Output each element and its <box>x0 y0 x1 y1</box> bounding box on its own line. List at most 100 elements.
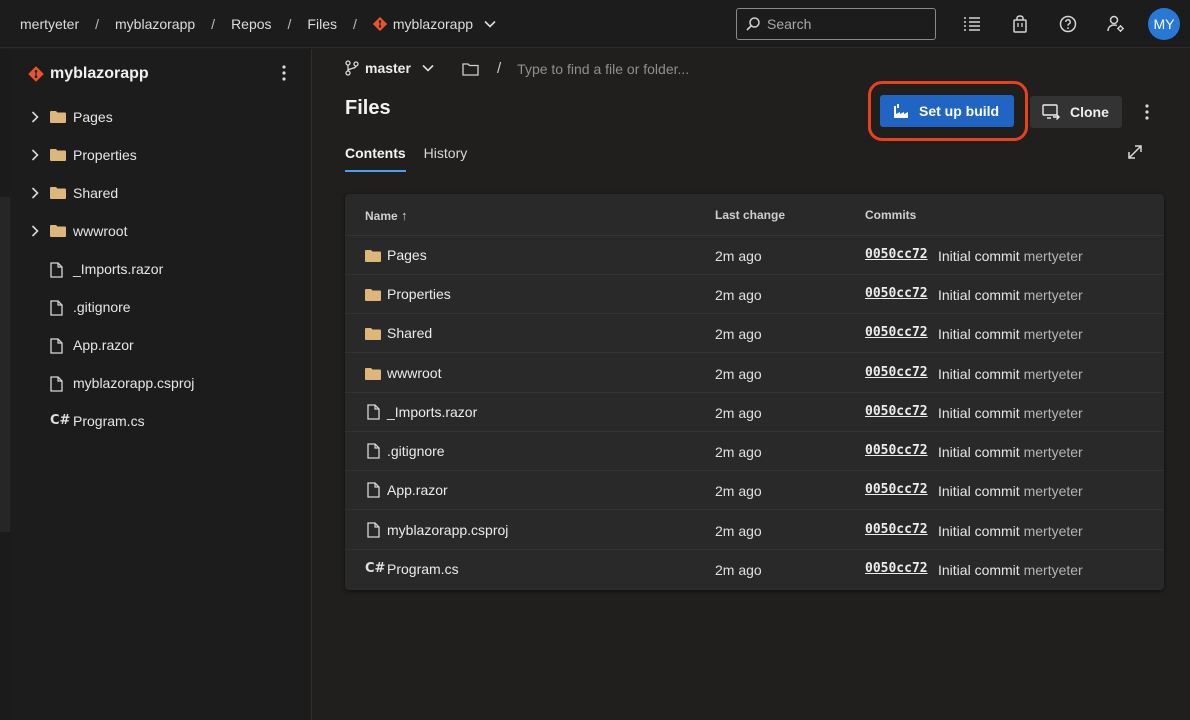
breadcrumb-project[interactable]: myblazorapp <box>115 16 195 32</box>
breadcrumb-separator: / <box>95 15 100 32</box>
search-input[interactable] <box>767 16 927 32</box>
tree-item-file[interactable]: _Imports.razor <box>10 250 310 288</box>
row-name-link[interactable]: Pages <box>387 247 427 263</box>
row-commit-hash-link[interactable]: 0050cc72 <box>865 522 928 537</box>
breadcrumb-repos[interactable]: Repos <box>231 16 271 32</box>
tree-item-folder[interactable]: wwwroot <box>10 212 310 250</box>
row-commit-hash-link[interactable]: 0050cc72 <box>865 286 928 301</box>
table-row[interactable]: _Imports.razor 2m ago 0050cc72 Initial comm… <box>345 393 1164 432</box>
tree-item-label: Shared <box>73 185 119 201</box>
folder-outline-icon[interactable] <box>462 62 479 76</box>
row-last-change: 2m ago <box>715 366 762 382</box>
row-commit-hash-link[interactable]: 0050cc72 <box>865 365 928 380</box>
clone-button[interactable]: Clone <box>1030 96 1122 128</box>
row-name-link[interactable]: Properties <box>387 286 451 302</box>
table-row[interactable]: .gitignore 2m ago 0050cc72 Initial commit m… <box>345 432 1164 471</box>
table-row[interactable]: wwwroot 2m ago 0050cc72 Initial commit mert… <box>345 354 1164 393</box>
branch-selector[interactable]: master <box>345 60 435 76</box>
folder-icon <box>365 249 381 265</box>
help-icon[interactable] <box>1058 14 1078 34</box>
avatar[interactable]: MY <box>1148 8 1180 40</box>
breadcrumb-org[interactable]: mertyeter <box>20 16 79 32</box>
search-box[interactable] <box>736 8 936 40</box>
row-last-change: 2m ago <box>715 248 762 264</box>
tree-item-folder[interactable]: Shared <box>10 174 310 212</box>
tree-item-file[interactable]: App.razor <box>10 326 310 364</box>
tab-contents[interactable]: Contents <box>345 145 406 172</box>
row-commit-author: mertyeter <box>1023 326 1083 342</box>
row-name-link[interactable]: Shared <box>387 325 432 341</box>
table-row[interactable]: myblazorapp.csproj 2m ago 0050cc72 Initial … <box>345 511 1164 550</box>
table-row[interactable]: Properties 2m ago 0050cc72 Initial commit m… <box>345 275 1164 314</box>
row-name-link[interactable]: Program.cs <box>387 561 459 577</box>
set-up-build-button[interactable]: Set up build <box>880 95 1014 127</box>
file-icon <box>367 522 380 541</box>
row-last-change: 2m ago <box>715 405 762 421</box>
tree-item-file[interactable]: .gitignore <box>10 288 310 326</box>
user-settings-icon[interactable] <box>1106 14 1126 34</box>
chevron-right-icon[interactable] <box>30 186 40 200</box>
sort-ascending-icon: ↑ <box>401 208 408 223</box>
git-repo-icon <box>372 16 387 31</box>
row-commit-hash-link[interactable]: 0050cc72 <box>865 404 928 419</box>
row-commit-hash-link[interactable]: 0050cc72 <box>865 482 928 497</box>
row-commit-message: Initial commit mertyeter <box>938 562 1083 578</box>
path-finder: / <box>462 60 778 77</box>
row-last-change: 2m ago <box>715 287 762 303</box>
csharp-file-icon: C# <box>365 561 386 576</box>
tab-history[interactable]: History <box>424 145 468 172</box>
clone-label: Clone <box>1070 104 1109 120</box>
file-icon <box>367 482 380 501</box>
marketplace-bag-icon[interactable] <box>1010 14 1030 34</box>
row-last-change: 2m ago <box>715 326 762 342</box>
row-commit-hash-link[interactable]: 0050cc72 <box>865 443 928 458</box>
row-name-link[interactable]: _Imports.razor <box>387 404 477 420</box>
row-name-link[interactable]: App.razor <box>387 482 448 498</box>
more-options-icon[interactable] <box>274 63 294 83</box>
row-name-link[interactable]: wwwroot <box>387 365 441 381</box>
chevron-right-icon[interactable] <box>30 110 40 124</box>
row-commit-author: mertyeter <box>1023 444 1083 460</box>
sidebar-repo-title: myblazorapp <box>50 65 149 82</box>
expand-fullscreen-icon[interactable] <box>1126 143 1144 161</box>
page-title: Files <box>345 97 391 119</box>
folder-icon <box>50 187 66 199</box>
row-commit-author: mertyeter <box>1023 523 1083 539</box>
table-row[interactable]: Pages 2m ago 0050cc72 Initial commit mertye… <box>345 236 1164 275</box>
breadcrumb-repo-name: myblazorapp <box>392 15 474 32</box>
row-commit-hash-link[interactable]: 0050cc72 <box>865 247 928 262</box>
table-row[interactable]: App.razor 2m ago 0050cc72 Initial commit me… <box>345 471 1164 510</box>
build-pipeline-icon <box>894 104 908 118</box>
table-header: Name ↑ Last change Commits <box>345 194 1164 236</box>
work-items-icon[interactable] <box>962 14 982 34</box>
table-row[interactable]: C# Program.cs 2m ago 0050cc72 Initial commit… <box>345 550 1164 589</box>
tree-item-folder[interactable]: Pages <box>10 98 310 136</box>
top-bar: mertyeter / myblazorapp / Repos / Files … <box>0 0 1190 48</box>
more-actions-icon[interactable] <box>1138 101 1156 123</box>
row-commit-hash-link[interactable]: 0050cc72 <box>865 325 928 340</box>
breadcrumb-files[interactable]: Files <box>307 16 337 32</box>
folder-icon <box>365 367 381 383</box>
sidebar-header[interactable]: myblazorapp <box>28 65 149 83</box>
file-icon <box>367 443 380 462</box>
left-gutter <box>0 49 10 720</box>
row-name-link[interactable]: myblazorapp.csproj <box>387 522 508 538</box>
tree-item-file[interactable]: C# Program.cs <box>10 402 310 440</box>
breadcrumb-repo-selector[interactable]: myblazorapp <box>372 15 497 32</box>
tree-item-folder[interactable]: Properties <box>10 136 310 174</box>
branch-icon <box>345 60 359 76</box>
row-commit-author: mertyeter <box>1023 405 1083 421</box>
path-separator: / <box>497 60 502 77</box>
row-commit-message: Initial commit mertyeter <box>938 444 1083 460</box>
table-row[interactable]: Shared 2m ago 0050cc72 Initial commit merty… <box>345 314 1164 353</box>
column-name-header[interactable]: Name ↑ <box>365 208 408 223</box>
path-search-input[interactable] <box>517 60 778 77</box>
row-commit-hash-link[interactable]: 0050cc72 <box>865 561 928 576</box>
row-commit-author: mertyeter <box>1023 366 1083 382</box>
chevron-right-icon[interactable] <box>30 224 40 238</box>
tree-item-file[interactable]: myblazorapp.csproj <box>10 364 310 402</box>
folder-icon <box>50 111 66 123</box>
file-icon <box>50 338 63 354</box>
chevron-right-icon[interactable] <box>30 148 40 162</box>
row-name-link[interactable]: .gitignore <box>387 443 445 459</box>
